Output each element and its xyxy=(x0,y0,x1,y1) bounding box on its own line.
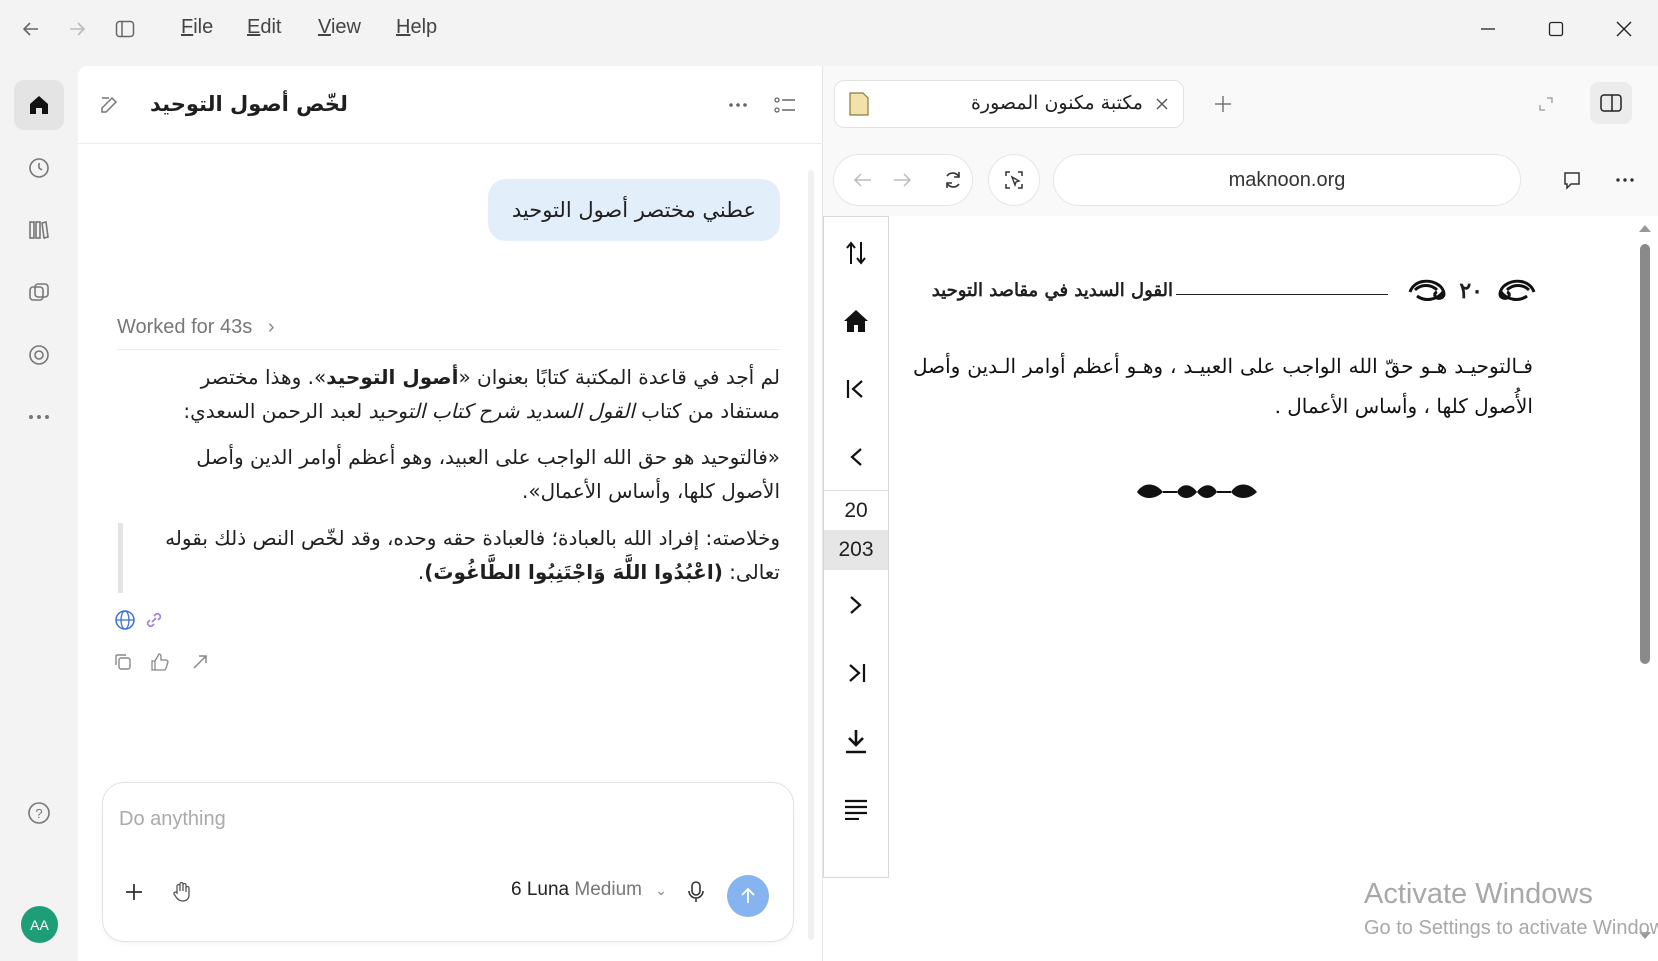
menu-edit[interactable]: Edit xyxy=(247,16,281,39)
explore-icon[interactable] xyxy=(14,330,64,380)
last-page-icon[interactable] xyxy=(824,645,888,701)
share-icon[interactable] xyxy=(187,649,213,675)
close-window-button[interactable] xyxy=(1604,12,1644,46)
total-pages: 203 xyxy=(824,530,888,570)
answer-paragraph-2: وخلاصته: إفراد الله بالعبادة؛ فالعبادة ح… xyxy=(165,526,780,584)
home-page-icon[interactable] xyxy=(824,293,888,349)
send-button[interactable] xyxy=(727,875,769,917)
forward-arrow-icon[interactable] xyxy=(62,14,92,44)
model-selector[interactable]: 6 Luna Medium ⌄ xyxy=(511,879,667,901)
ornament-icon xyxy=(1491,276,1537,312)
pdf-viewer: 20 203 القول السديد في مقاصد التوحيد ٢٠ xyxy=(823,216,1658,961)
previous-page-icon[interactable] xyxy=(824,429,888,485)
pdf-page-number: ٢٠ xyxy=(1459,278,1483,304)
pdf-toolbar: 20 203 xyxy=(823,216,889,878)
globe-icon[interactable] xyxy=(112,607,138,633)
pdf-scrollbar[interactable] xyxy=(1638,225,1651,939)
answer-quote-text: «فالتوحيد هو حق الله الواجب على العبيد، … xyxy=(196,445,780,503)
worked-status[interactable]: Worked for 43s › xyxy=(117,316,274,339)
next-page-icon[interactable] xyxy=(824,577,888,633)
decorative-divider-icon xyxy=(1133,478,1261,508)
arrow-up-icon xyxy=(741,887,755,903)
first-page-icon[interactable] xyxy=(824,361,888,417)
swap-arrows-icon[interactable] xyxy=(824,225,888,281)
answer-paragraph-1: لم أجد في قاعدة المكتبة كتابًا بعنوان «أ… xyxy=(183,365,780,423)
document-favicon-icon xyxy=(847,91,871,117)
more-icon[interactable] xyxy=(14,392,64,442)
comment-icon[interactable] xyxy=(1554,162,1590,198)
pdf-page-header: القول السديد في مقاصد التوحيد ٢٠ xyxy=(923,274,1536,314)
chat-scrollbar[interactable] xyxy=(808,170,814,940)
browser-menu-icon[interactable] xyxy=(1607,162,1643,198)
history-icon[interactable] xyxy=(14,143,64,193)
feedback-icon[interactable] xyxy=(148,649,174,675)
prompt-input[interactable] xyxy=(119,799,759,839)
screenshot-select-icon[interactable] xyxy=(996,162,1032,198)
hand-icon[interactable] xyxy=(165,875,199,909)
split-view-icon[interactable] xyxy=(1590,82,1632,124)
library-icon[interactable] xyxy=(14,205,64,255)
back-arrow-icon[interactable] xyxy=(16,14,46,44)
title-bar: File Edit View Help xyxy=(0,0,1658,58)
browser-back-icon[interactable] xyxy=(845,162,881,198)
agents-icon[interactable] xyxy=(14,268,64,318)
edit-title-icon[interactable] xyxy=(94,90,124,120)
divider xyxy=(117,349,780,350)
new-tab-icon[interactable] xyxy=(1205,86,1241,122)
chevron-down-icon: ⌄ xyxy=(655,882,667,898)
close-tab-icon[interactable] xyxy=(1151,93,1173,115)
minimize-button[interactable] xyxy=(1468,12,1508,46)
chevron-right-icon: › xyxy=(267,316,275,338)
download-icon[interactable] xyxy=(824,713,888,769)
ornament-icon xyxy=(1407,276,1453,312)
menu-help[interactable]: Help xyxy=(396,16,437,39)
chat-panel: لخّص أصول التوحيد عطني مختصر أصول التوحي… xyxy=(78,66,823,961)
composer: 6 Luna Medium ⌄ xyxy=(102,782,794,942)
chat-header: لخّص أصول التوحيد xyxy=(78,66,823,144)
maximize-button[interactable] xyxy=(1536,12,1576,46)
header-rule xyxy=(1176,294,1388,295)
browser-panel: مكتبة مكنون المصورة maknoon.org 20 203 ا… xyxy=(823,66,1658,961)
address-bar[interactable]: maknoon.org xyxy=(1053,154,1521,206)
avatar[interactable]: AA xyxy=(21,906,58,943)
current-page-number[interactable]: 20 xyxy=(824,490,888,530)
pdf-page-text: فـالتوحيـد هـو حقّ الله الواجب على العبي… xyxy=(913,354,1533,418)
reload-icon[interactable] xyxy=(935,162,971,198)
left-rail: ? xyxy=(0,58,78,961)
sidebar-toggle-icon[interactable] xyxy=(110,14,140,44)
chat-title: لخّص أصول التوحيد xyxy=(150,92,348,116)
scroll-up-icon[interactable] xyxy=(1638,218,1652,232)
text-view-icon[interactable] xyxy=(824,781,888,837)
menu-view[interactable]: View xyxy=(318,16,361,39)
copy-icon[interactable] xyxy=(110,649,136,675)
more-options-icon[interactable] xyxy=(723,90,753,120)
task-list-icon[interactable] xyxy=(770,90,800,120)
tab-title: مكتبة مكنون المصورة xyxy=(970,92,1143,114)
link-icon[interactable] xyxy=(141,607,167,633)
activate-windows-watermark: Activate Windows Go to Settings to activ… xyxy=(1364,878,1658,939)
browser-forward-icon[interactable] xyxy=(884,162,920,198)
home-icon[interactable] xyxy=(14,80,64,130)
svg-text:?: ? xyxy=(35,806,42,821)
menu-file[interactable]: File xyxy=(181,16,213,39)
pdf-running-title: القول السديد في مقاصد التوحيد xyxy=(931,280,1173,301)
user-message: عطني مختصر أصول التوحيد xyxy=(487,179,780,241)
expand-icon[interactable] xyxy=(1528,86,1564,122)
add-icon[interactable] xyxy=(117,875,151,909)
microphone-icon[interactable] xyxy=(679,875,713,909)
help-icon[interactable]: ? xyxy=(14,788,64,838)
scroll-thumb[interactable] xyxy=(1640,244,1650,664)
browser-tab[interactable]: مكتبة مكنون المصورة xyxy=(834,80,1184,128)
